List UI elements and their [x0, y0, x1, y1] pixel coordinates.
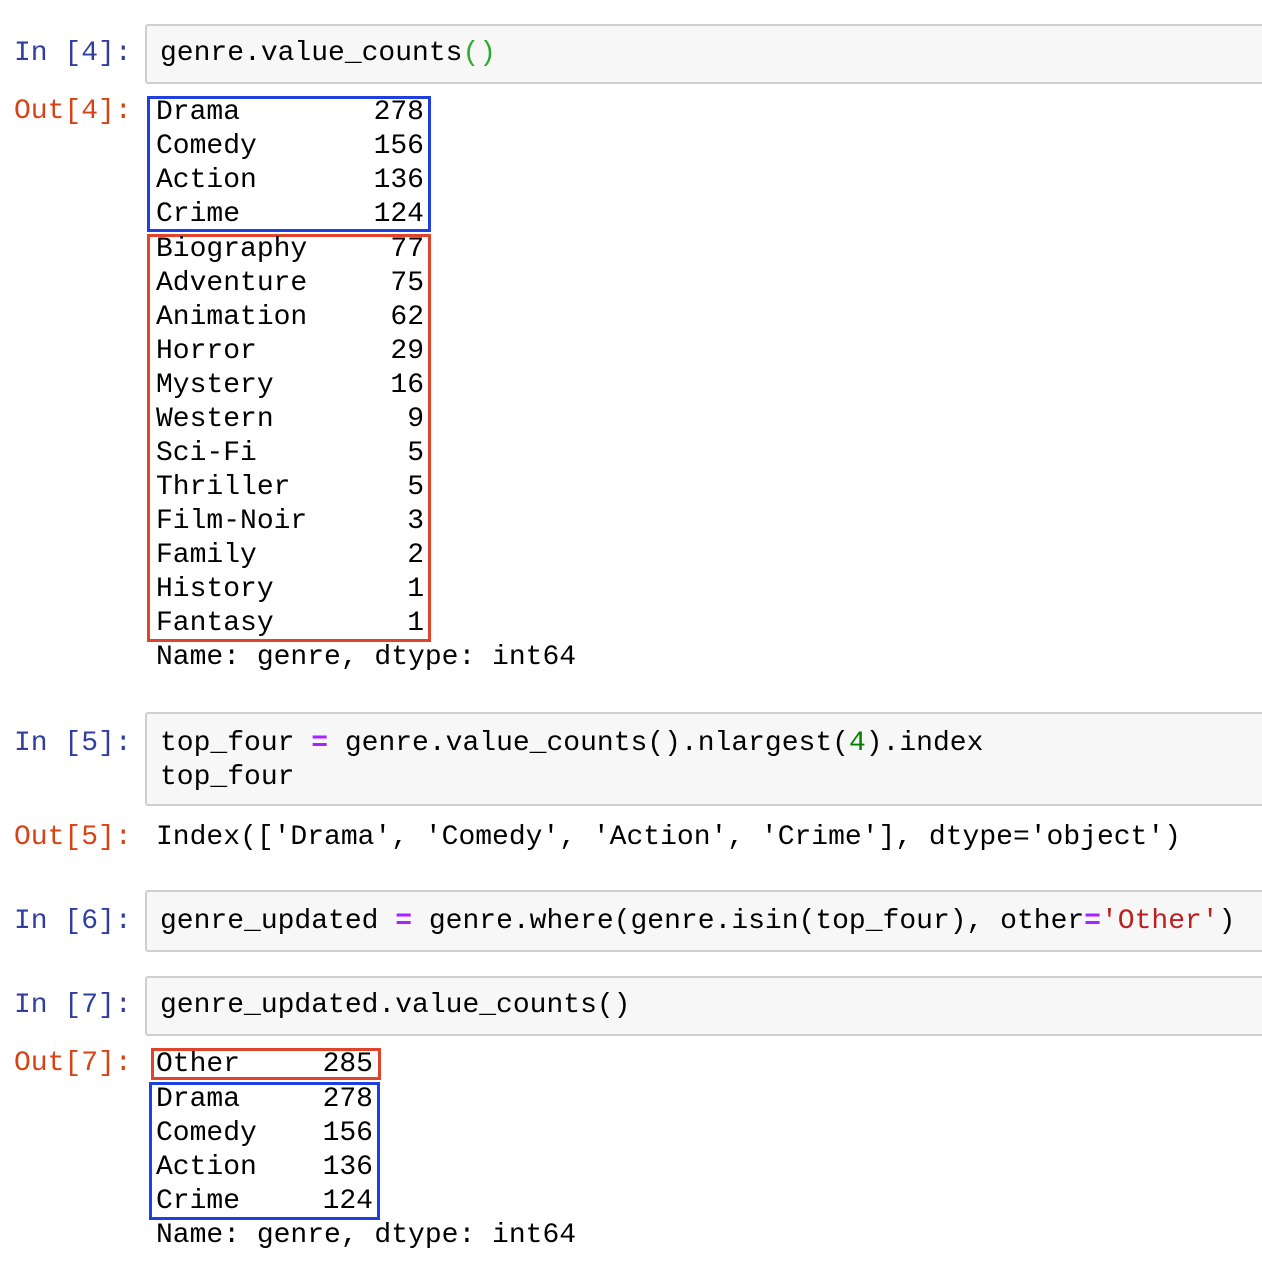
- in-prompt-7: In [7]:: [14, 990, 132, 1021]
- series-label: Biography: [156, 234, 308, 265]
- series-value: 3: [407, 506, 424, 537]
- series-value: 5: [407, 438, 424, 469]
- series-value: 2: [407, 540, 424, 571]
- series-value: 136: [373, 165, 424, 196]
- series-label: Mystery: [156, 370, 274, 401]
- series-label: History: [156, 574, 274, 605]
- code-cell-6[interactable]: genre_updated = genre.where(genre.isin(t…: [145, 890, 1262, 952]
- series-value: 136: [322, 1152, 373, 1183]
- code-cell-5[interactable]: top_four = genre.value_counts().nlargest…: [145, 712, 1262, 806]
- code-token: ): [1218, 906, 1236, 937]
- series-footer: Name: genre, dtype: int64: [156, 642, 577, 673]
- code-token: top_four: [160, 728, 312, 759]
- series-value: 75: [390, 268, 424, 299]
- series-label: Crime: [156, 199, 241, 230]
- code-cell-7[interactable]: genre_updated.value_counts(): [145, 976, 1262, 1036]
- series-label: Action: [156, 1152, 257, 1183]
- series-value: 5: [407, 472, 424, 503]
- code-text: genre.value_counts(): [160, 38, 496, 69]
- series-label: Film-Noir: [156, 506, 308, 537]
- series-label: Other: [156, 1049, 241, 1080]
- series-value: 124: [373, 199, 424, 230]
- index-output: Index(['Drama', 'Comedy', 'Action', 'Cri…: [156, 822, 1181, 853]
- code-token: genre_updated: [160, 906, 396, 937]
- series-value: 16: [390, 370, 424, 401]
- code-operator: =: [395, 906, 413, 937]
- code-number: 4: [848, 728, 866, 759]
- series-value: 77: [390, 234, 424, 265]
- code-paren: (: [462, 38, 480, 69]
- series-label: Crime: [156, 1186, 241, 1217]
- series-footer: Name: genre, dtype: int64: [156, 1220, 577, 1251]
- series-value: 278: [373, 97, 424, 128]
- code-text: genre_updated.value_counts(): [160, 990, 631, 1021]
- code-text-line-2: top_four: [160, 762, 295, 793]
- series-label: Family: [156, 540, 257, 571]
- code-operator: =: [1084, 906, 1101, 937]
- series-label: Action: [156, 165, 257, 196]
- series-value: 285: [322, 1049, 373, 1080]
- code-operator: =: [311, 728, 329, 759]
- series-value: 1: [407, 608, 424, 639]
- out-prompt-7: Out[7]:: [14, 1048, 132, 1079]
- code-cell-4[interactable]: genre.value_counts(): [145, 24, 1262, 84]
- series-label: Adventure: [156, 268, 308, 299]
- series-value: 278: [322, 1084, 373, 1115]
- series-label: Drama: [156, 1084, 241, 1115]
- code-token: genre.value_counts().nlargest(: [328, 728, 849, 759]
- code-text: genre_updated = genre.where(genre.isin(t…: [160, 906, 1235, 937]
- series-label: Comedy: [156, 1118, 257, 1149]
- series-label: Thriller: [156, 472, 291, 503]
- out-prompt-5: Out[5]:: [14, 822, 132, 853]
- code-paren: ): [479, 38, 497, 69]
- code-token: genre.where(genre.isin(top_four), other: [412, 906, 1085, 937]
- series-value: 9: [407, 404, 424, 435]
- series-label: Drama: [156, 97, 241, 128]
- series-value: 29: [390, 336, 424, 367]
- in-prompt-4: In [4]:: [14, 38, 132, 69]
- out-prompt-4: Out[4]:: [14, 96, 132, 127]
- code-token: genre.value_counts: [160, 38, 463, 69]
- series-label: Sci-Fi: [156, 438, 257, 469]
- series-label: Western: [156, 404, 274, 435]
- series-label: Animation: [156, 302, 308, 333]
- series-label: Comedy: [156, 131, 257, 162]
- series-value: 62: [390, 302, 424, 333]
- series-value: 156: [322, 1118, 373, 1149]
- series-label: Fantasy: [156, 608, 274, 639]
- series-value: 124: [322, 1186, 373, 1217]
- code-token: ).index: [865, 728, 984, 759]
- series-value: 156: [373, 131, 424, 162]
- in-prompt-6: In [6]:: [14, 906, 132, 937]
- code-string: 'Other': [1100, 906, 1219, 937]
- code-text-line-1: top_four = genre.value_counts().nlargest…: [160, 728, 983, 759]
- series-label: Horror: [156, 336, 257, 367]
- series-value: 1: [407, 574, 424, 605]
- in-prompt-5: In [5]:: [14, 728, 132, 759]
